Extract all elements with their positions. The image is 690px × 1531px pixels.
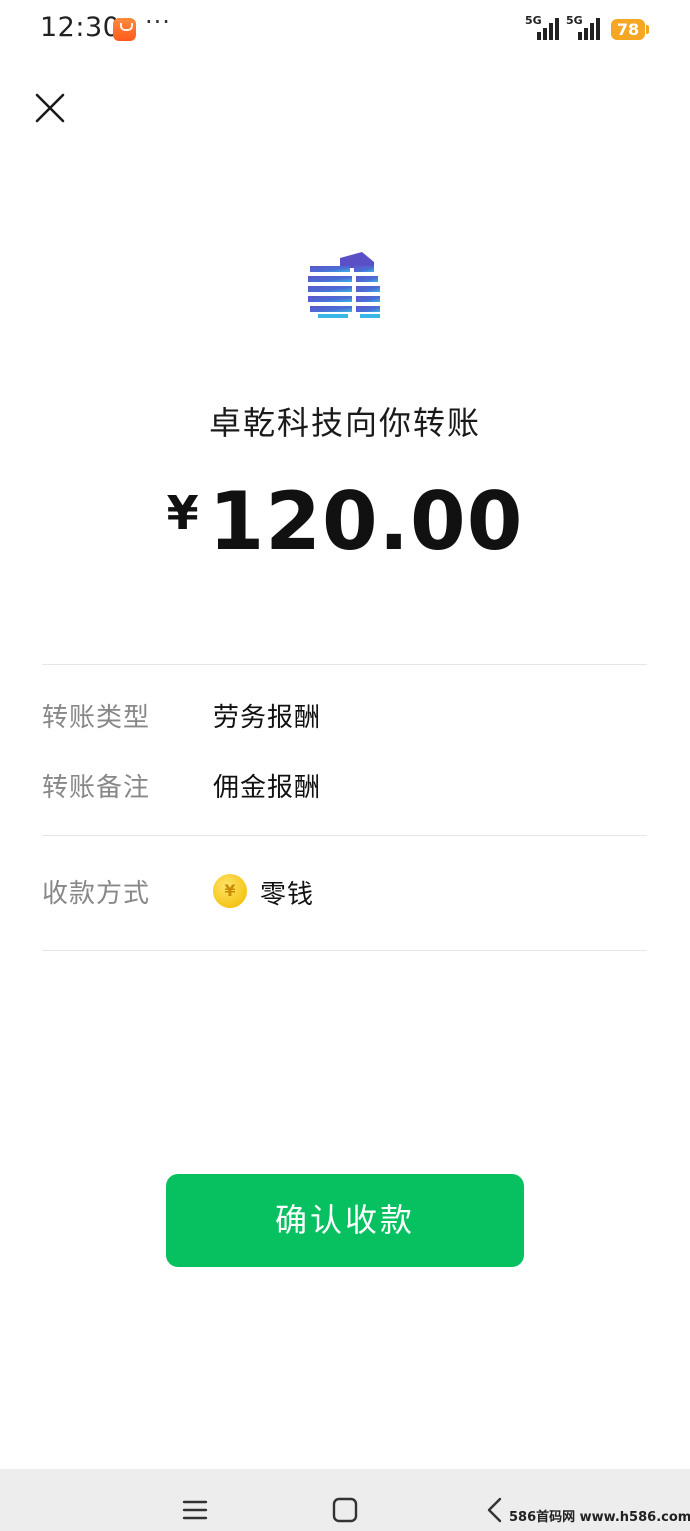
battery-icon: 78 [611, 19, 645, 40]
signal-icon-1: 5G [525, 14, 561, 40]
more-notifications-icon: ··· [145, 8, 171, 36]
receive-method-label: 收款方式 [42, 879, 151, 909]
signal-label-2: 5G [566, 14, 583, 27]
coin-icon: ¥ [213, 874, 247, 908]
divider-top [42, 664, 647, 665]
transfer-type-label: 转账类型 [42, 703, 151, 733]
transfer-note-value: 佣金报酬 [213, 773, 322, 803]
transfer-note-label: 转账备注 [42, 773, 151, 803]
watermark-text: 586首码网 www.h586.com [509, 1510, 690, 1525]
battery-tip [646, 25, 649, 34]
receive-method-value: 零钱 [260, 880, 315, 910]
close-icon[interactable] [30, 88, 70, 128]
menu-icon[interactable] [181, 1497, 209, 1525]
amount-display: ¥120.00 [0, 475, 690, 568]
signal-icon-2: 5G [566, 14, 602, 40]
divider-middle [42, 835, 647, 836]
status-time: 12:30 [40, 12, 121, 43]
transfer-title: 卓乾科技向你转账 [208, 404, 481, 442]
currency-symbol: ¥ [166, 486, 199, 540]
shopping-app-icon [113, 18, 136, 41]
back-icon[interactable] [484, 1496, 506, 1524]
divider-bottom [42, 950, 647, 951]
home-icon[interactable] [331, 1496, 359, 1524]
transfer-amount: 120.00 [208, 475, 524, 568]
transfer-type-value: 劳务报酬 [213, 703, 322, 733]
signal-label-1: 5G [525, 14, 542, 27]
confirm-receive-button[interactable]: 确认收款 [166, 1174, 524, 1267]
building-logo [308, 252, 380, 318]
